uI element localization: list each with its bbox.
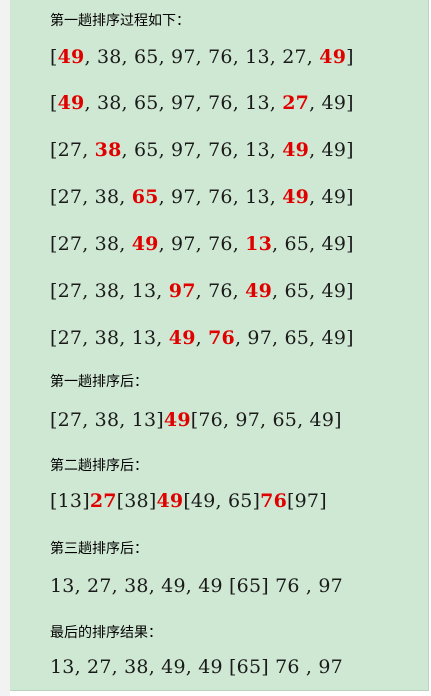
pass1-step-7: [27, 38, 13, 49, 76, 97, 65, 49] xyxy=(50,327,354,349)
sequence-text: [13] xyxy=(50,490,90,512)
sequence-text: [27, xyxy=(50,139,95,161)
highlighted-number: 38 xyxy=(94,139,122,161)
sequence-text: [27, 38, xyxy=(50,233,132,255)
left-gutter xyxy=(0,0,10,696)
highlighted-number: 49 xyxy=(282,139,310,161)
sequence-text: [ xyxy=(50,92,58,114)
highlighted-number: 49 xyxy=(319,46,347,68)
sequence-text: , 97, 76, 13, xyxy=(158,186,283,208)
highlighted-number: 49 xyxy=(156,490,184,512)
highlighted-number: 49 xyxy=(282,186,310,208)
highlighted-number: 49 xyxy=(57,46,85,68)
sequence-text: [76, 97, 65, 49] xyxy=(190,409,342,431)
sequence-text: [97] xyxy=(287,490,327,512)
pass1-step-3: [27, 38, 65, 97, 76, 13, 49, 49] xyxy=(50,139,354,161)
sequence-text: 13, 27, 38, 49, 49 [65] 76 , 97 xyxy=(50,656,343,678)
sequence-text: , 49] xyxy=(309,186,354,208)
sequence-text: , 38, 65, 97, 76, 13, 27, xyxy=(84,46,320,68)
final-heading: 最后的排序结果： xyxy=(50,625,162,641)
after-pass1-result: [27, 38, 13]49[76, 97, 65, 49] xyxy=(50,409,342,431)
sequence-text: , 97, 65, 49] xyxy=(234,327,354,349)
intro-heading: 第一趟排序过程如下： xyxy=(50,13,190,29)
pass1-step-2: [49, 38, 65, 97, 76, 13, 27, 49] xyxy=(50,92,354,114)
highlighted-number: 49 xyxy=(168,327,196,349)
sequence-text: 13, 27, 38, 49, 49 [65] 76 , 97 xyxy=(50,575,343,597)
after-pass1-heading: 第一趟排序后： xyxy=(50,374,148,390)
sequence-text: , 76, xyxy=(195,280,246,302)
highlighted-number: 27 xyxy=(89,490,117,512)
sequence-text: [27, 38, 13, xyxy=(50,280,169,302)
highlighted-number: 49 xyxy=(57,92,85,114)
highlighted-number: 13 xyxy=(245,233,273,255)
highlighted-number: 27 xyxy=(282,92,310,114)
sequence-text: , 38, 65, 97, 76, 13, xyxy=(84,92,283,114)
pass1-step-1: [49, 38, 65, 97, 76, 13, 27, 49] xyxy=(50,46,354,68)
content-panel: 第一趟排序过程如下： [49, 38, 65, 97, 76, 13, 27, … xyxy=(10,0,429,691)
after-pass3-result: 13, 27, 38, 49, 49 [65] 76 , 97 xyxy=(50,575,343,597)
pass1-step-6: [27, 38, 13, 97, 76, 49, 65, 49] xyxy=(50,280,354,302)
highlighted-number: 76 xyxy=(260,490,288,512)
after-pass2-heading: 第二趟排序后： xyxy=(50,458,148,474)
after-pass2-result: [13]27[38]49[49, 65]76[97] xyxy=(50,490,327,512)
sequence-text: , 49] xyxy=(309,139,354,161)
sequence-text: [49, 65] xyxy=(183,490,261,512)
sequence-text: ] xyxy=(346,46,354,68)
sequence-text: , 97, 76, xyxy=(158,233,246,255)
after-pass3-heading: 第三趟排序后： xyxy=(50,541,148,557)
sequence-text: , 49] xyxy=(309,92,354,114)
highlighted-number: 97 xyxy=(168,280,196,302)
sequence-text: [ xyxy=(50,46,58,68)
sequence-text: , xyxy=(195,327,209,349)
pass1-step-5: [27, 38, 49, 97, 76, 13, 65, 49] xyxy=(50,233,354,255)
highlighted-number: 65 xyxy=(131,186,159,208)
sequence-text: , 65, 97, 76, 13, xyxy=(121,139,283,161)
sequence-text: , 65, 49] xyxy=(272,280,354,302)
highlighted-number: 49 xyxy=(245,280,273,302)
highlighted-number: 76 xyxy=(208,327,235,349)
highlighted-number: 49 xyxy=(163,409,191,431)
highlighted-number: 49 xyxy=(131,233,159,255)
sequence-text: [27, 38, 13] xyxy=(50,409,164,431)
pass1-step-4: [27, 38, 65, 97, 76, 13, 49, 49] xyxy=(50,186,354,208)
sequence-text: , 65, 49] xyxy=(272,233,354,255)
sequence-text: [27, 38, 13, xyxy=(50,327,169,349)
final-result: 13, 27, 38, 49, 49 [65] 76 , 97 xyxy=(50,656,343,678)
sequence-text: [27, 38, xyxy=(50,186,132,208)
sequence-text: [38] xyxy=(116,490,157,512)
